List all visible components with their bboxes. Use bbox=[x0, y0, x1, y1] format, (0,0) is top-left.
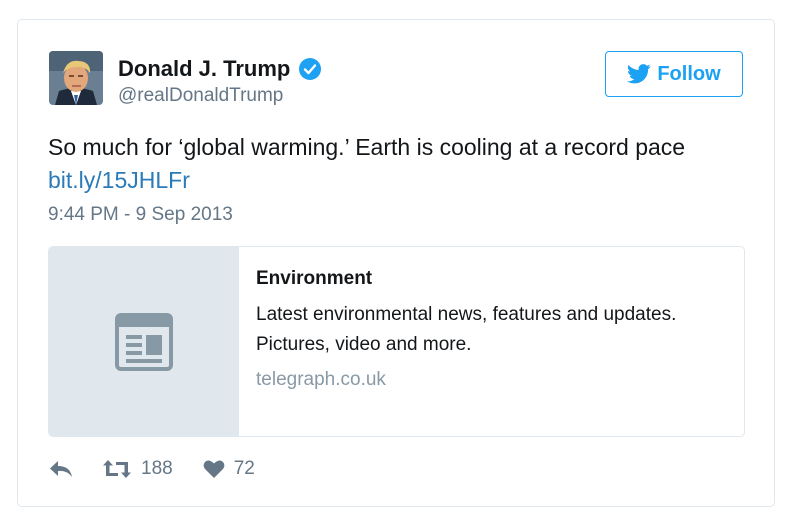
like-count: 72 bbox=[233, 458, 255, 479]
avatar-image bbox=[49, 51, 103, 105]
author-name[interactable]: Donald J. Trump bbox=[118, 56, 290, 82]
reply-button[interactable] bbox=[48, 459, 74, 479]
avatar[interactable] bbox=[49, 51, 103, 105]
heart-icon bbox=[203, 460, 225, 478]
tweet-actions: 188 72 bbox=[48, 458, 255, 480]
verified-badge-icon bbox=[299, 58, 322, 80]
author-handle[interactable]: @realDonaldTrump bbox=[118, 85, 283, 107]
follow-button[interactable]: Follow bbox=[605, 51, 743, 97]
reply-icon bbox=[50, 461, 72, 477]
author-name-row[interactable]: Donald J. Trump bbox=[118, 56, 322, 82]
link-card-thumbnail bbox=[49, 247, 239, 436]
link-card-description-line2: Pictures, video and more. bbox=[256, 334, 472, 355]
tweet-timestamp[interactable]: 9:44 PM - 9 Sep 2013 bbox=[48, 204, 233, 226]
retweet-icon bbox=[103, 460, 131, 478]
tweet-embed-card: Donald J. Trump @realDonaldTrump Follow … bbox=[17, 19, 775, 507]
link-card-title: Environment bbox=[256, 268, 373, 289]
retweet-count: 188 bbox=[141, 458, 173, 479]
link-card-description-line1: Latest environmental news, features and … bbox=[256, 304, 677, 325]
link-card-domain: telegraph.co.uk bbox=[256, 369, 386, 390]
tweet-link[interactable]: bit.ly/15JHLFr bbox=[48, 167, 190, 193]
follow-button-label: Follow bbox=[657, 62, 721, 85]
like-button[interactable]: 72 bbox=[203, 458, 255, 480]
link-card-description: Latest environmental news, features and … bbox=[256, 300, 736, 360]
article-icon bbox=[115, 312, 173, 371]
tweet-body: So much for ‘global warming.’ Earth is c… bbox=[48, 134, 686, 160]
twitter-bird-icon bbox=[627, 64, 651, 84]
link-preview-card[interactable]: Environment Latest environmental news, f… bbox=[48, 246, 745, 437]
retweet-button[interactable]: 188 bbox=[102, 458, 173, 480]
link-card-body: Environment Latest environmental news, f… bbox=[256, 267, 736, 391]
tweet-text: So much for ‘global warming.’ Earth is c… bbox=[48, 131, 748, 197]
